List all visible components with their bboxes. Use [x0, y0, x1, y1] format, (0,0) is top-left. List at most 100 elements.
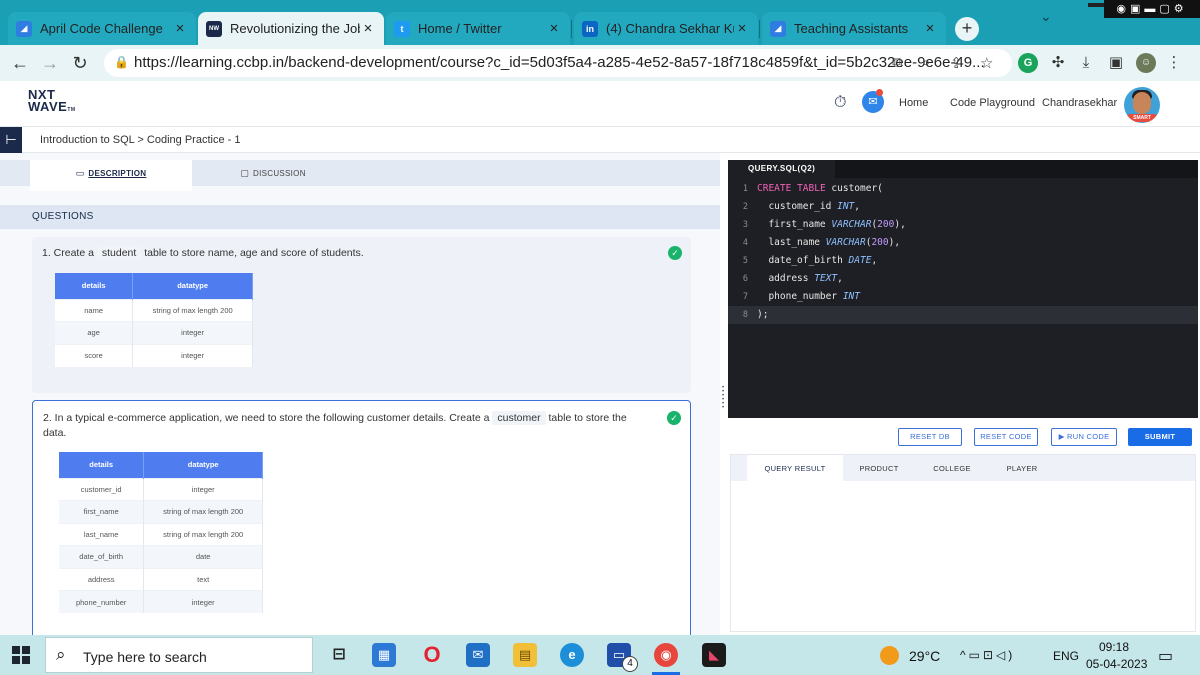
address-bar[interactable]: 🔒 https://learning.ccbp.in/backend-devel… — [104, 49, 1012, 77]
windows-taskbar: ⌕ Type here to search ⊟ ▦ O ✉ ▤ e ▭ 4 ◉ … — [0, 635, 1200, 675]
inline-code: customer — [492, 411, 546, 425]
browser-tab[interactable]: ◢ Teaching Assistants × — [762, 12, 946, 45]
linkedin-favicon-icon: in — [582, 20, 598, 37]
pane-tabs: ▭ DESCRIPTION ▢ DISCUSSION — [0, 160, 720, 186]
user-name[interactable]: Chandrasekhar — [1042, 97, 1117, 109]
reload-icon[interactable]: ↻ — [68, 51, 92, 75]
close-tab-icon[interactable]: × — [734, 20, 750, 37]
code-playground-link[interactable]: Code Playground — [950, 97, 1035, 109]
extensions-puzzle-icon[interactable]: ✣ — [1048, 53, 1068, 73]
breadcrumb[interactable]: Introduction to SQL > Coding Practice - … — [40, 134, 240, 146]
code-line: 3 first_name VARCHAR(200), — [742, 219, 906, 230]
clock-time[interactable]: 09:18 — [1099, 640, 1129, 654]
microsoft-store-icon[interactable]: ▦ — [372, 643, 396, 667]
twitter-favicon-icon: t — [394, 20, 410, 37]
tab-search-chevron-icon[interactable]: ⌄ — [1040, 8, 1052, 25]
new-tab-button[interactable]: + — [955, 17, 979, 41]
table-row: age integer — [55, 321, 253, 344]
table-header: details — [59, 452, 145, 478]
tab-description[interactable]: ▭ DESCRIPTION — [30, 160, 192, 186]
browser-tab[interactable]: t Home / Twitter × — [386, 12, 570, 45]
tab-college[interactable]: COLLEGE — [915, 455, 989, 481]
completed-check-icon: ✓ — [668, 246, 682, 260]
code-editor[interactable]: QUERY.SQL(Q2) 1 CREATE TABLE customer( 2 … — [728, 160, 1198, 418]
badge-count: 4 — [622, 656, 638, 672]
reset-db-button[interactable]: RESET DB — [898, 428, 962, 446]
weather-temp[interactable]: 29°C — [909, 648, 940, 664]
question-1-text: 1. Create a student table to store name,… — [42, 246, 364, 260]
table-row: phone_number integer — [59, 590, 263, 613]
reset-code-button[interactable]: RESET CODE — [974, 428, 1038, 446]
open-in-app-icon[interactable]: ⧉ — [892, 54, 903, 71]
language-indicator[interactable]: ENG — [1053, 649, 1079, 663]
code-line: 7 phone_number INT — [742, 291, 860, 302]
avatar-face — [1133, 92, 1151, 114]
tab-discussion[interactable]: ▢ DISCUSSION — [192, 160, 354, 186]
completed-check-icon: ✓ — [667, 411, 681, 425]
table-row: score integer — [55, 343, 253, 367]
mail-icon[interactable]: ✉ — [466, 643, 490, 667]
code-line: 5 date_of_birth DATE, — [742, 255, 878, 266]
chrome-icon[interactable]: ◉ — [654, 643, 678, 667]
tab-separator — [759, 20, 760, 38]
tab-separator — [571, 20, 572, 38]
bookmark-star-icon[interactable]: ☆ — [980, 54, 993, 72]
opera-icon[interactable]: O — [420, 643, 444, 667]
questions-header: QUESTIONS — [0, 205, 720, 229]
nxtwave-logo[interactable]: NXT WAVETM — [28, 88, 76, 116]
clock-date[interactable]: 05-04-2023 — [1086, 657, 1147, 671]
tray-icons[interactable]: ^▭⊡◁) — [960, 648, 1015, 662]
question-2-text: 2. In a typical e-commerce application, … — [43, 411, 627, 439]
profile-icon[interactable]: ☺ — [1136, 53, 1156, 73]
teaching-favicon-icon: ◢ — [770, 20, 786, 37]
editor-tab-query-sql[interactable]: QUERY.SQL(Q2) — [728, 160, 836, 178]
question-1-table: details datatype name string of max lengt… — [55, 273, 253, 367]
sidebar-toggle-icon[interactable]: ⊢ — [0, 127, 22, 153]
share-icon[interactable]: ⇪ — [950, 54, 963, 72]
close-tab-icon[interactable]: × — [922, 20, 938, 37]
tab-query-result[interactable]: QUERY RESULT — [747, 455, 843, 481]
pane-resize-handle[interactable]: • • • • • • — [720, 153, 728, 635]
task-view-icon[interactable]: ⊟ — [327, 643, 351, 667]
question-card-2[interactable]: 2. In a typical e-commerce application, … — [32, 400, 691, 635]
browser-tab[interactable]: ◢ April Code Challenge × — [8, 12, 196, 45]
tab-product[interactable]: PRODUCT — [843, 455, 915, 481]
menu-kebab-icon[interactable]: ⋮ — [1164, 53, 1184, 73]
file-explorer-icon[interactable]: ▤ — [513, 643, 537, 667]
close-tab-icon[interactable]: × — [172, 20, 188, 37]
app-header: NXT WAVETM ⏱ ✉ Home Code Playground Chan… — [0, 81, 1200, 127]
drag-handle-icon: • • • • • • — [722, 385, 725, 411]
result-pane: QUERY RESULT PRODUCT COLLEGE PLAYER — [730, 454, 1196, 632]
close-tab-icon[interactable]: × — [546, 20, 562, 37]
table-header: datatype — [132, 273, 253, 299]
tab-player[interactable]: PLAYER — [989, 455, 1055, 481]
app-icon[interactable]: ◣ — [702, 643, 726, 667]
close-tab-icon[interactable]: × — [360, 20, 376, 37]
table-row: customer_id integer — [59, 477, 263, 501]
stopwatch-icon[interactable]: ⏱ — [834, 94, 846, 112]
window-controls-icon: ◉▣▬▢⚙ — [1104, 0, 1200, 18]
download-icon[interactable]: ⤓ — [1076, 53, 1096, 73]
notification-icon[interactable]: ▭ — [1158, 646, 1173, 666]
taskbar-search-input[interactable]: ⌕ Type here to search — [45, 637, 313, 673]
windows-start-icon[interactable] — [12, 646, 30, 664]
run-code-button[interactable]: ▶ RUN CODE — [1051, 428, 1117, 446]
zoom-icon[interactable]: ⌕ — [922, 54, 930, 71]
back-arrow-icon[interactable]: ← — [8, 51, 32, 75]
grammarly-icon[interactable]: G — [1018, 53, 1038, 73]
browser-tab-active[interactable]: NW Revolutionizing the Job M × — [198, 12, 384, 45]
browser-tab[interactable]: in (4) Chandra Sekhar Kuruv × — [574, 12, 758, 45]
nxtwave-favicon-icon: NW — [206, 20, 222, 37]
challenge-favicon-icon: ◢ — [16, 20, 32, 37]
edge-icon[interactable]: e — [560, 643, 584, 667]
avatar[interactable]: SMART — [1124, 87, 1160, 123]
table-row: date_of_birth date — [59, 545, 263, 568]
table-header: details — [55, 273, 134, 299]
forward-arrow-icon[interactable]: → — [38, 51, 62, 75]
question-card-1[interactable]: 1. Create a student table to store name,… — [32, 237, 691, 393]
side-panel-icon[interactable]: ▣ — [1106, 53, 1126, 73]
table-row: last_name string of max length 200 — [59, 522, 263, 546]
result-tabs: QUERY RESULT PRODUCT COLLEGE PLAYER — [731, 455, 1195, 481]
home-link[interactable]: Home — [899, 97, 928, 109]
submit-button[interactable]: SUBMIT — [1128, 428, 1192, 446]
